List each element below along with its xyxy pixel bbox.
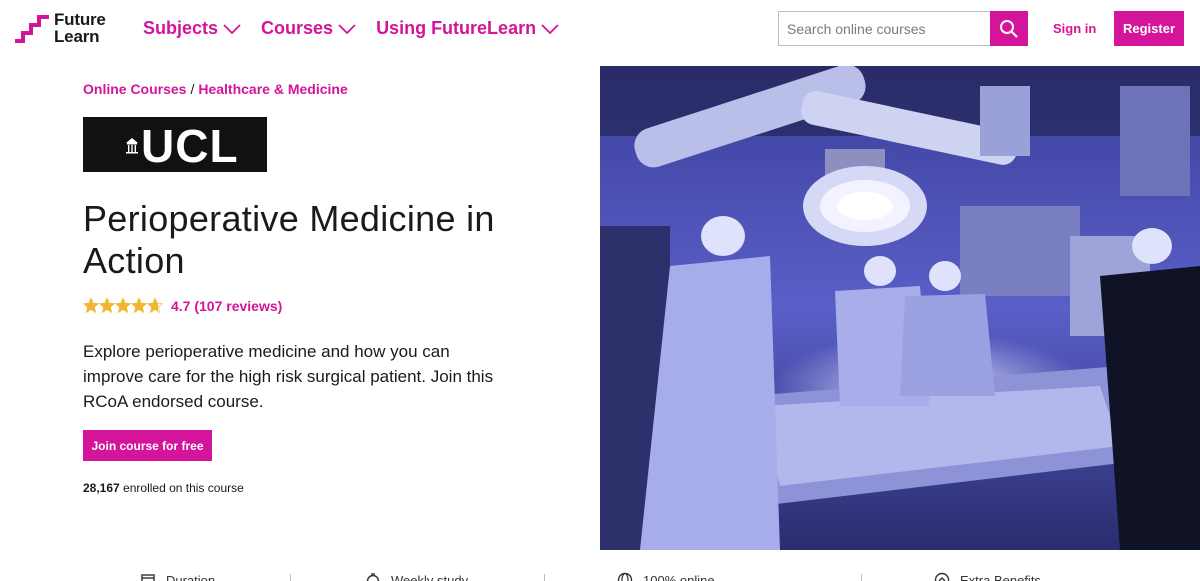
calendar-icon xyxy=(141,574,155,581)
provider-logo[interactable]: UCL xyxy=(83,117,267,172)
globe-icon xyxy=(617,572,633,581)
main-nav: Subjects Courses Using FutureLearn xyxy=(143,18,579,39)
star-rating-icon xyxy=(83,297,164,314)
search-input[interactable] xyxy=(779,12,990,45)
nav-subjects-label: Subjects xyxy=(143,18,219,38)
upgrade-icon xyxy=(934,572,950,581)
register-button[interactable]: Register xyxy=(1114,11,1184,46)
feature-online-label: 100% online xyxy=(643,572,715,581)
enrolled-count: 28,167 enrolled on this course xyxy=(83,481,244,495)
breadcrumb-separator: / xyxy=(190,81,195,97)
enrolled-suffix: enrolled on this course xyxy=(123,481,244,495)
logo-steps-icon xyxy=(15,15,49,43)
nav-courses-label: Courses xyxy=(261,18,334,38)
chevron-down-icon xyxy=(223,23,241,34)
enrolled-number: 28,167 xyxy=(83,481,120,495)
breadcrumb-healthcare-medicine[interactable]: Healthcare & Medicine xyxy=(198,81,347,97)
logo-line-2: Learn xyxy=(54,27,100,46)
feature-extra-benefits: Extra Benefits xyxy=(934,572,1041,581)
feature-online: 100% online xyxy=(617,572,715,581)
operating-theatre-image xyxy=(600,66,1200,550)
logo-wordmark: Future Learn xyxy=(54,11,106,45)
breadcrumb-online-courses[interactable]: Online Courses xyxy=(83,81,186,97)
chevron-down-icon xyxy=(338,23,356,34)
course-description: Explore perioperative medicine and how y… xyxy=(83,342,494,411)
feature-divider xyxy=(290,574,291,581)
course-hero-image xyxy=(600,66,1200,550)
feature-duration: Duration xyxy=(140,572,215,581)
feature-weekly-study-label: Weekly study xyxy=(391,572,469,581)
provider-logo-text: UCL xyxy=(141,120,239,172)
rating-stars xyxy=(83,297,165,315)
nav-courses[interactable]: Courses xyxy=(261,18,356,39)
chevron-down-icon xyxy=(541,23,559,34)
logo-line-1: Future xyxy=(54,10,106,29)
search-button[interactable] xyxy=(990,11,1028,46)
sign-in-link[interactable]: Sign in xyxy=(1053,21,1096,36)
feature-duration-label: Duration xyxy=(166,572,216,581)
feature-extra-benefits-label: Extra Benefits xyxy=(960,572,1041,581)
course-title: Perioperative Medicine in Action xyxy=(83,198,495,281)
course-rating[interactable]: 4.7 (107 reviews) xyxy=(83,297,282,315)
futurelearn-logo[interactable]: Future Learn xyxy=(13,11,113,47)
rating-text: 4.7 (107 reviews) xyxy=(171,298,283,314)
nav-subjects[interactable]: Subjects xyxy=(143,18,241,39)
weekly-study-icon xyxy=(366,573,380,581)
join-course-button[interactable]: Join course for free xyxy=(83,430,212,461)
nav-using-futurelearn[interactable]: Using FutureLearn xyxy=(376,18,559,39)
site-header: Future Learn Subjects Courses Using Futu… xyxy=(0,0,1200,60)
search-bar xyxy=(778,11,1028,46)
search-icon xyxy=(1000,19,1018,38)
feature-divider xyxy=(544,574,545,581)
breadcrumb: Online Courses / Healthcare & Medicine xyxy=(83,81,348,97)
course-features-bar: Duration Weekly study 100% online Extra … xyxy=(0,566,1200,581)
feature-divider xyxy=(861,574,862,581)
nav-using-label: Using FutureLearn xyxy=(376,18,537,38)
feature-weekly-study: Weekly study xyxy=(365,572,468,581)
